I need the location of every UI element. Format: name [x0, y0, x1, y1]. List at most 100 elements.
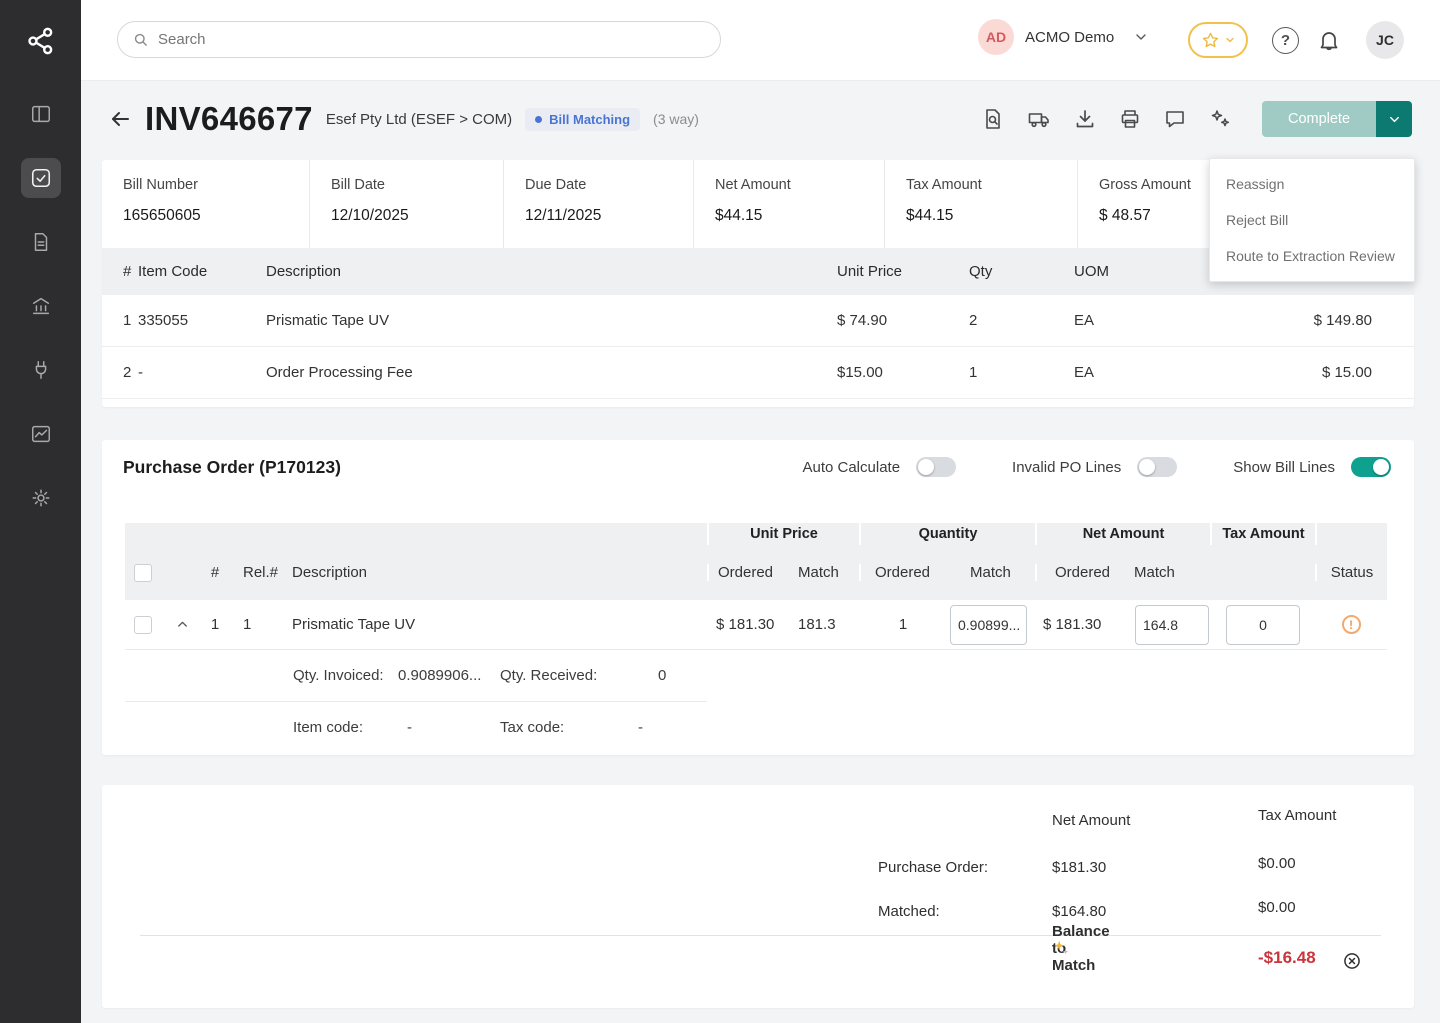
- select-all-checkbox[interactable]: [134, 564, 152, 582]
- field-bill-number: Bill Number 165650605: [102, 160, 309, 248]
- cell-amount: $ 149.80: [1224, 312, 1414, 329]
- sidebar-item-reports[interactable]: [21, 414, 61, 454]
- cell-item-code: 335055: [138, 312, 266, 329]
- search-input[interactable]: [158, 31, 706, 48]
- auto-calculate-toggle[interactable]: [916, 457, 956, 477]
- table-row[interactable]: 1 335055 Prismatic Tape UV $ 74.90 2 EA …: [102, 295, 1414, 347]
- download-icon[interactable]: [1073, 107, 1097, 131]
- group-unit-price: Unit Price: [707, 523, 859, 545]
- col-description: Description: [285, 564, 707, 581]
- badge-label: Bill Matching: [549, 112, 630, 127]
- net-match-input[interactable]: [1135, 605, 1209, 645]
- search-icon: [132, 31, 149, 48]
- app-logo: [0, 0, 81, 81]
- cell-description: Order Processing Fee: [266, 364, 837, 381]
- chart-icon: [30, 423, 52, 445]
- menu-item-route-extraction[interactable]: Route to Extraction Review: [1210, 238, 1414, 274]
- matched-label: Matched:: [878, 903, 940, 920]
- po-title: Purchase Order (P170123): [123, 457, 341, 478]
- item-code-label: Item code:: [293, 702, 363, 754]
- warning-icon[interactable]: !: [1342, 615, 1361, 634]
- col-uom: UOM: [1074, 263, 1224, 280]
- document-icon: [30, 231, 52, 253]
- comment-icon[interactable]: [1163, 107, 1187, 131]
- complete-button[interactable]: Complete: [1262, 101, 1376, 137]
- purchase-order-tax: $0.00: [1258, 855, 1296, 872]
- item-code-value: -: [407, 702, 412, 754]
- circle-x-icon[interactable]: [1342, 951, 1362, 971]
- qty-invoiced-label: Qty. Invoiced:: [293, 650, 384, 702]
- purchase-order-card: Purchase Order (P170123) Auto Calculate …: [102, 440, 1414, 755]
- back-arrow-icon[interactable]: [108, 107, 132, 131]
- topbar: AD ACMO Demo ? JC: [81, 0, 1440, 81]
- col-num: #: [102, 263, 138, 280]
- cell-item-code: -: [138, 364, 266, 381]
- building-icon: [30, 295, 52, 317]
- menu-item-reassign[interactable]: Reassign: [1210, 166, 1414, 202]
- truck-icon[interactable]: [1026, 107, 1052, 131]
- field-label: Tax Amount: [906, 177, 1077, 193]
- menu-item-reject-bill[interactable]: Reject Bill: [1210, 202, 1414, 238]
- qty-match-input[interactable]: [950, 605, 1027, 645]
- sidebar-item-tasks[interactable]: [21, 158, 61, 198]
- col-unit-price: Unit Price: [837, 263, 969, 280]
- group-empty: [1315, 523, 1387, 545]
- share-logo-icon: [25, 25, 57, 57]
- field-bill-date: Bill Date 12/10/2025: [309, 160, 503, 248]
- tax-code-value: -: [638, 702, 643, 754]
- sidebar-item-documents[interactable]: [21, 222, 61, 262]
- show-bill-lines-toggle[interactable]: [1351, 457, 1391, 477]
- complete-dropdown-menu: Reassign Reject Bill Route to Extraction…: [1209, 158, 1415, 282]
- sidebar-item-settings[interactable]: [21, 478, 61, 518]
- bell-icon[interactable]: [1317, 28, 1341, 52]
- field-label: Due Date: [525, 177, 693, 193]
- col-qty: Qty: [969, 263, 1074, 280]
- doc-scan-icon[interactable]: [981, 107, 1005, 131]
- auto-match-icon[interactable]: [1208, 107, 1232, 131]
- star-chevron-down-icon: [1224, 34, 1236, 46]
- row-checkbox[interactable]: [134, 616, 152, 634]
- field-value: $44.15: [906, 207, 1077, 225]
- cell-unit-match: 181.3: [785, 616, 859, 633]
- star-icon: [1201, 31, 1220, 50]
- account-name: ACMO Demo: [1025, 29, 1114, 46]
- chevron-up-icon[interactable]: [175, 617, 190, 632]
- sidebar-item-dashboard[interactable]: [21, 94, 61, 134]
- help-icon[interactable]: ?: [1272, 27, 1299, 54]
- task-check-icon: [30, 167, 52, 189]
- po-line-row[interactable]: 1 1 Prismatic Tape UV $ 181.30 181.3 1 $…: [125, 600, 1387, 650]
- net-amount-header: Net Amount: [1052, 812, 1130, 829]
- col-net-match: Match: [1133, 564, 1210, 581]
- invalid-po-toggle[interactable]: [1137, 457, 1177, 477]
- print-icon[interactable]: [1118, 107, 1142, 131]
- sidebar-item-company[interactable]: [21, 286, 61, 326]
- qty-received-label: Qty. Received:: [500, 650, 597, 702]
- po-table: Unit Price Quantity Net Amount Tax Amoun…: [125, 523, 1387, 754]
- field-label: Bill Number: [123, 177, 309, 193]
- sidebar-item-integrations[interactable]: [21, 350, 61, 390]
- complete-dropdown-button[interactable]: [1376, 101, 1412, 137]
- group-quantity: Quantity: [859, 523, 1035, 545]
- cell-rel: 1: [230, 616, 285, 633]
- match-type-label: (3 way): [653, 111, 699, 127]
- col-net-ordered: Ordered: [1035, 564, 1133, 581]
- qty-received-value: 0: [658, 650, 666, 702]
- account-avatar: AD: [978, 19, 1014, 55]
- po-toggles: Auto Calculate Invalid PO Lines Show Bil…: [802, 457, 1391, 477]
- tax-match-input[interactable]: [1226, 605, 1300, 645]
- purchase-order-label: Purchase Order:: [878, 859, 988, 876]
- table-row[interactable]: 2 - Order Processing Fee $15.00 1 EA $ 1…: [102, 347, 1414, 399]
- tax-amount-header: Tax Amount: [1258, 807, 1336, 824]
- cell-uom: EA: [1074, 364, 1224, 381]
- account-chevron-down-icon[interactable]: [1133, 29, 1149, 45]
- col-status: Status: [1315, 564, 1387, 581]
- col-qty-match: Match: [947, 564, 1035, 581]
- field-value: 12/11/2025: [525, 207, 693, 225]
- cell-net-ordered: $ 181.30: [1035, 616, 1133, 633]
- user-avatar[interactable]: JC: [1366, 21, 1404, 59]
- favorites-button[interactable]: [1188, 22, 1248, 58]
- po-group-header: Unit Price Quantity Net Amount Tax Amoun…: [125, 523, 1387, 545]
- purchase-order-net: $181.30: [1052, 859, 1106, 876]
- toggle-knob: [918, 459, 934, 475]
- field-value: $44.15: [715, 207, 884, 225]
